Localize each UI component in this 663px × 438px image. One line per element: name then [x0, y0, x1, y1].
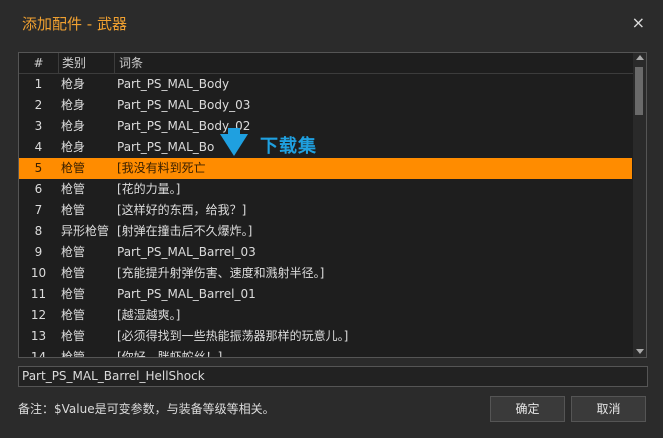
row-entry: [越湿越爽。] — [117, 308, 181, 322]
row-type: 异形枪管 — [61, 224, 110, 238]
note-text: 备注：$Value是可变参数，与装备等级等相关。 — [18, 402, 275, 416]
row-type: 枪管 — [61, 245, 86, 259]
row-entry: [花的力量。] — [117, 182, 181, 196]
table-row[interactable]: 11 枪管 Part_PS_MAL_Barrel_01 — [19, 284, 632, 305]
row-number: 8 — [34, 224, 43, 238]
table-row[interactable]: 12 枪管 [越湿越爽。] — [19, 305, 632, 326]
row-number: 4 — [34, 140, 43, 154]
table-row[interactable]: 2 枪身 Part_PS_MAL_Body_03 — [19, 95, 632, 116]
watermark-logo: 下载集 — [220, 128, 350, 176]
row-entry: Part_PS_MAL_Bo — [117, 140, 215, 154]
scroll-up-icon[interactable] — [636, 55, 644, 60]
row-type: 枪管 — [61, 161, 86, 175]
row-entry: Part_PS_MAL_Body_03 — [117, 98, 251, 112]
row-number: 13 — [30, 329, 47, 343]
cancel-button[interactable]: 取消 — [571, 396, 646, 422]
row-entry: [充能提升射弹伤害、速度和溅射半径。] — [117, 266, 325, 280]
row-number: 1 — [34, 77, 43, 91]
row-entry: [你好，胖虾蛇丝！] — [117, 350, 223, 358]
row-type: 枪身 — [61, 119, 86, 133]
title-bar: 添加配件 - 武器 × — [0, 0, 663, 48]
row-type: 枪身 — [61, 98, 86, 112]
row-number: 9 — [34, 245, 43, 259]
table-body: 1 枪身 Part_PS_MAL_Body 2 枪身 Part_PS_MAL_Body_0… — [19, 74, 632, 358]
parts-table[interactable]: # 类别 词条 1 枪身 Part_PS_MAL_Body 2 枪身 Part_PS_MA… — [18, 52, 647, 358]
row-number: 5 — [34, 161, 43, 175]
row-number: 6 — [34, 182, 43, 196]
row-number: 10 — [30, 266, 47, 280]
row-type: 枪管 — [61, 266, 86, 280]
column-header-num[interactable]: # — [19, 53, 59, 73]
column-header-type[interactable]: 类别 — [59, 53, 115, 73]
table-row[interactable]: 6 枪管 [花的力量。] — [19, 179, 632, 200]
row-type: 枪身 — [61, 77, 86, 91]
window-title: 添加配件 - 武器 — [22, 15, 127, 33]
row-number: 12 — [30, 308, 47, 322]
download-arrowhead-icon — [220, 134, 248, 156]
ok-button[interactable]: 确定 — [490, 396, 565, 422]
row-entry: Part_PS_MAL_Barrel_03 — [117, 245, 256, 259]
vertical-scrollbar[interactable] — [633, 53, 646, 357]
table-row[interactable]: 8 异形枪管 [射弹在撞击后不久爆炸。] — [19, 221, 632, 242]
row-entry: Part_PS_MAL_Body — [117, 77, 230, 91]
row-entry: [这样好的东西，给我？] — [117, 203, 247, 217]
scroll-down-icon[interactable] — [636, 349, 644, 354]
row-type: 枪身 — [61, 140, 86, 154]
table-row[interactable]: 14 枪管 [你好，胖虾蛇丝！] — [19, 347, 632, 358]
row-number: 3 — [34, 119, 43, 133]
row-entry: Part_PS_MAL_Barrel_01 — [117, 287, 256, 301]
row-number: 14 — [30, 350, 47, 358]
row-type: 枪管 — [61, 182, 86, 196]
row-entry: [射弹在撞击后不久爆炸。] — [117, 224, 253, 238]
close-icon[interactable]: × — [632, 13, 645, 32]
selected-entry-input[interactable] — [18, 366, 648, 387]
row-type: 枪管 — [61, 308, 86, 322]
table-row[interactable]: 7 枪管 [这样好的东西，给我？] — [19, 200, 632, 221]
row-type: 枪管 — [61, 329, 86, 343]
row-type: 枪管 — [61, 287, 86, 301]
row-type: 枪管 — [61, 203, 86, 217]
row-number: 11 — [30, 287, 47, 301]
row-entry: [我没有料到死亡 — [117, 161, 206, 175]
row-number: 7 — [34, 203, 43, 217]
watermark-text: 下载集 — [260, 136, 317, 157]
column-header-entry[interactable]: 词条 — [115, 53, 143, 73]
row-number: 2 — [34, 98, 43, 112]
table-row[interactable]: 1 枪身 Part_PS_MAL_Body — [19, 74, 632, 95]
table-row[interactable]: 13 枪管 [必须得找到一些热能振荡器那样的玩意儿。] — [19, 326, 632, 347]
row-entry: [必须得找到一些热能振荡器那样的玩意儿。] — [117, 329, 349, 343]
row-type: 枪管 — [61, 350, 86, 358]
table-row[interactable]: 9 枪管 Part_PS_MAL_Barrel_03 — [19, 242, 632, 263]
table-row[interactable]: 10 枪管 [充能提升射弹伤害、速度和溅射半径。] — [19, 263, 632, 284]
table-header: # 类别 词条 — [19, 53, 646, 74]
scroll-thumb[interactable] — [635, 67, 643, 115]
